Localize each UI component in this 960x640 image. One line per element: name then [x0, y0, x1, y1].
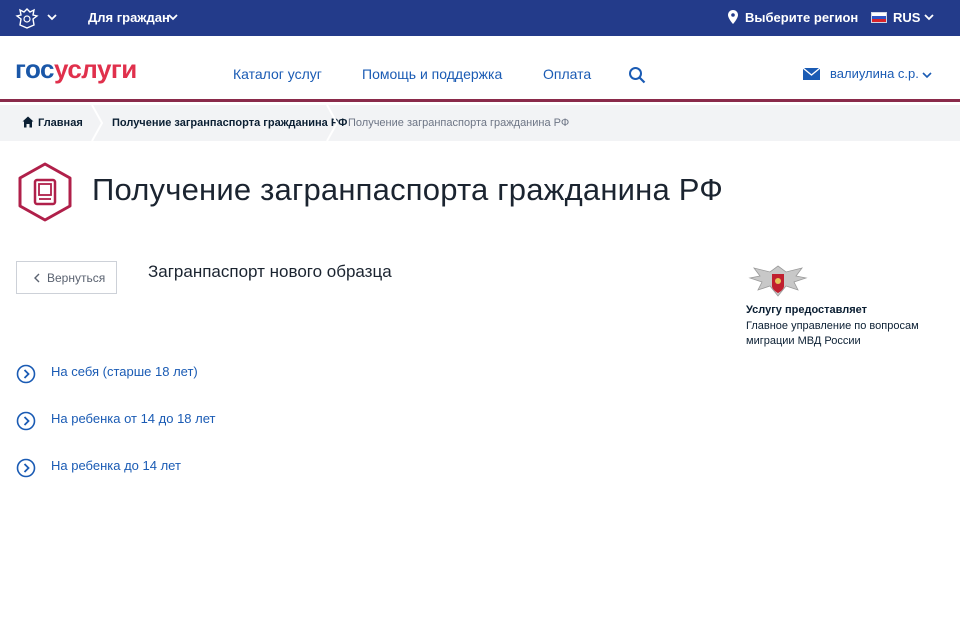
breadcrumb: Главная Получение загранпаспорта граждан… — [0, 105, 960, 141]
breadcrumb-current: Получение загранпаспорта гражданина РФ — [348, 117, 570, 129]
nav-help[interactable]: Помощь и поддержка — [362, 66, 502, 82]
user-menu[interactable]: валиулина с.р. — [830, 66, 919, 81]
top-bar: Для граждан Выберите регион RUS — [0, 0, 960, 36]
chevron-down-icon[interactable] — [46, 12, 58, 22]
chevron-right-circle-icon — [16, 458, 36, 478]
language-selector[interactable]: RUS — [893, 10, 920, 25]
russia-flag-icon — [871, 12, 887, 23]
breadcrumb-home[interactable]: Главная — [38, 117, 83, 129]
gosuslugi-logo[interactable]: госуслуги — [15, 55, 137, 83]
option-child-under-14[interactable]: На ребенка до 14 лет — [16, 456, 276, 480]
breadcrumb-parent[interactable]: Получение загранпаспорта гражданина РФ — [112, 117, 347, 129]
mvd-emblem-icon — [748, 265, 808, 297]
breadcrumb-separator — [326, 105, 339, 141]
provider-heading: Услугу предоставляет — [746, 304, 868, 316]
page-title: Получение загранпаспорта гражданина РФ — [92, 172, 724, 207]
nav-payment[interactable]: Оплата — [543, 66, 591, 82]
provider-name: Главное управление по вопросам миграции … — [746, 320, 919, 347]
home-icon[interactable] — [22, 116, 34, 128]
for-citizens-menu[interactable]: Для граждан — [88, 10, 170, 25]
chevron-down-icon[interactable] — [922, 71, 932, 79]
search-icon[interactable] — [628, 66, 646, 84]
passport-icon — [18, 162, 72, 222]
mail-icon[interactable] — [803, 68, 820, 80]
option-self[interactable]: На себя (старше 18 лет) — [16, 362, 276, 386]
breadcrumb-separator — [91, 105, 104, 141]
service-subtitle: Загранпаспорт нового образца — [148, 262, 392, 281]
chevron-left-icon — [34, 273, 40, 283]
chevron-right-circle-icon — [16, 411, 36, 431]
back-button[interactable]: Вернуться — [16, 261, 117, 294]
chevron-down-icon[interactable] — [923, 12, 935, 22]
header: госуслуги Каталог услуг Помощь и поддерж… — [0, 36, 960, 102]
option-child-14-18[interactable]: На ребенка от 14 до 18 лет — [16, 409, 276, 433]
region-selector[interactable]: Выберите регион — [745, 10, 858, 25]
coat-of-arms-icon[interactable] — [14, 6, 40, 30]
nav-catalog[interactable]: Каталог услуг — [233, 66, 322, 82]
location-pin-icon — [728, 10, 738, 24]
chevron-right-circle-icon — [16, 364, 36, 384]
chevron-down-icon[interactable] — [167, 12, 179, 22]
